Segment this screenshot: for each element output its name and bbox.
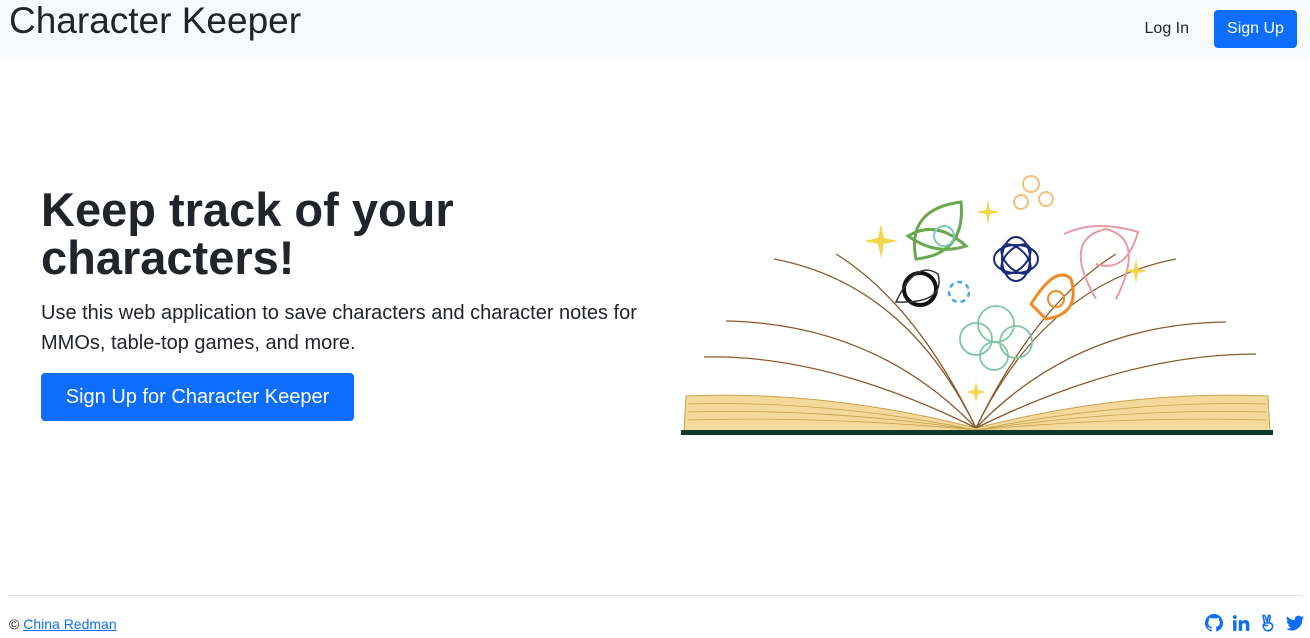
author-link[interactable]: China Redman — [23, 616, 116, 632]
twitter-icon[interactable] — [1286, 614, 1304, 632]
copyright-symbol: © — [9, 616, 20, 632]
hero-lead: Use this web application to save charact… — [41, 302, 637, 354]
nav-actions: Log In Sign Up — [1145, 10, 1297, 48]
brand-link[interactable]: Character Keeper — [9, 2, 301, 39]
linkedin-icon[interactable] — [1232, 614, 1250, 632]
signup-button[interactable]: Sign Up — [1214, 10, 1297, 48]
navbar: Character Keeper Log In Sign Up — [0, 0, 1310, 58]
footer-divider — [8, 595, 1302, 596]
hero-text: Keep track of your characters! Use this … — [41, 186, 641, 358]
login-link[interactable]: Log In — [1145, 20, 1189, 38]
angellist-icon[interactable] — [1259, 614, 1277, 632]
github-icon[interactable] — [1205, 614, 1223, 632]
footer-copyright: © China Redman — [9, 616, 117, 632]
open-book-illustration — [681, 175, 1273, 435]
signup-cta-button[interactable]: Sign Up for Character Keeper — [41, 373, 354, 421]
hero-title: Keep track of your characters! — [41, 183, 454, 284]
social-links — [1205, 614, 1304, 632]
